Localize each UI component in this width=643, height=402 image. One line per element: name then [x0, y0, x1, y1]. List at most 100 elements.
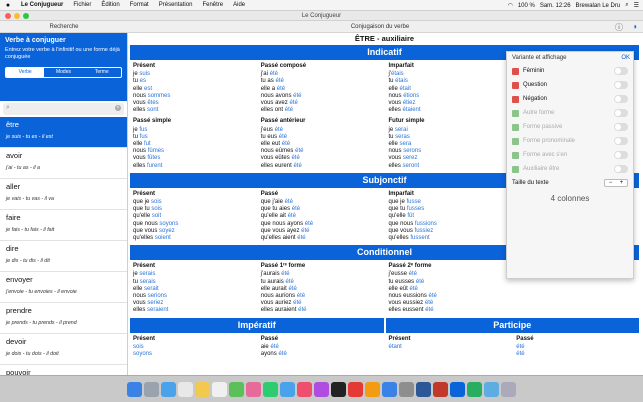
options-icon[interactable]: ◑ [632, 22, 637, 31]
option-toggle[interactable] [614, 109, 628, 117]
user-name[interactable]: Brewalan Le Dru [576, 3, 621, 9]
option-toggle[interactable] [614, 95, 628, 103]
excel-icon[interactable] [467, 381, 482, 397]
menu-fenetre[interactable]: Fenêtre [197, 2, 228, 8]
option-toggle[interactable] [614, 165, 628, 173]
verb-forms: j'envoie - tu envoies - il envoie [6, 289, 77, 295]
option-toggle[interactable] [614, 137, 628, 145]
menu-aide[interactable]: Aide [228, 2, 250, 8]
option-row: Auxiliaire être [507, 162, 633, 176]
conjugation-line: nous serions [133, 293, 253, 300]
verb-list-item[interactable]: devoir je dois - tu dois - il doit [0, 334, 127, 365]
imperatif-row: Présent sois soyons Passé aie été ayons été [129, 334, 385, 361]
option-toggle[interactable] [614, 151, 628, 159]
verb-list-item[interactable]: faire je fais - tu fais - il fait [0, 210, 127, 241]
verb-form: soit [151, 213, 162, 220]
verb-list-item[interactable]: envoyer j'envoie - tu envoies - il envoie [0, 272, 127, 303]
zoom-icon[interactable] [23, 13, 29, 19]
notes-icon[interactable] [195, 381, 210, 397]
clock[interactable]: Sam. 12:26 [540, 3, 571, 9]
verb-list-item[interactable]: avoir j'ai - tu as - il a [0, 148, 127, 179]
option-label: Question [523, 82, 548, 88]
subject: vous [133, 155, 148, 162]
safari-icon[interactable] [161, 381, 176, 397]
pdf-icon[interactable] [433, 381, 448, 397]
verb-form: fusses [406, 206, 425, 213]
columns-label[interactable]: 4 colonnes [507, 194, 633, 203]
tv-icon[interactable] [331, 381, 346, 397]
calendar-icon[interactable] [178, 381, 193, 397]
verb-form: été [295, 148, 304, 155]
segment-verbe[interactable]: Verbe [6, 68, 45, 77]
verb-list-item[interactable]: être je suis - tu es - il est [0, 117, 127, 148]
messages-icon[interactable] [263, 381, 278, 397]
subject: nous [388, 148, 404, 155]
subject: elles [133, 162, 148, 169]
battery-text[interactable]: 100 % [518, 3, 535, 9]
option-toggle[interactable] [614, 81, 628, 89]
menu-list-icon[interactable]: ☰ [634, 2, 639, 9]
trash-icon[interactable] [501, 381, 516, 397]
reminders-icon[interactable] [212, 381, 227, 397]
subject: qu'elles [388, 235, 411, 242]
conjugation-line: je serais [133, 271, 253, 278]
title-bar: Le Conjugueur [0, 11, 643, 21]
conjugueur-icon[interactable] [450, 381, 465, 397]
conjugation-line: je serai [389, 127, 509, 134]
word-icon[interactable] [416, 381, 431, 397]
conjugation-line: tu seras [389, 134, 509, 141]
verb-list-item[interactable]: dire je dis - tu dis - il dit [0, 241, 127, 272]
subject: elles [388, 107, 403, 114]
conjugation-line: vous étiez [389, 100, 509, 107]
option-toggle[interactable] [614, 67, 628, 75]
podcasts-icon[interactable] [314, 381, 329, 397]
search-input[interactable]: ⌕ × [3, 103, 124, 115]
conjugation-line: que nous fussions [389, 221, 509, 228]
verb-form: fûmes [147, 148, 165, 155]
verb-form: été [516, 351, 525, 358]
verb-name: pouvoir [6, 368, 31, 375]
menu-edition[interactable]: Édition [96, 2, 124, 8]
verb-list-item[interactable]: pouvoirje peux - tu peux - il peut [0, 365, 127, 375]
preferences-icon[interactable] [399, 381, 414, 397]
wifi-icon[interactable]: ◠ [508, 2, 513, 9]
app-store-icon[interactable] [382, 381, 397, 397]
search-icon[interactable]: ⌕ [625, 2, 628, 9]
clear-icon[interactable]: × [115, 105, 121, 111]
verb-form: sois [151, 206, 163, 213]
verb-form: étais [390, 71, 404, 78]
music-icon[interactable] [297, 381, 312, 397]
tense-block: Passé que j'aie été que tu aies été qu'elle… [257, 189, 385, 244]
close-icon[interactable] [5, 13, 11, 19]
verb-forms: je prends - tu prends - il prend [6, 320, 77, 326]
band-label: Impératif [237, 319, 276, 330]
news-icon[interactable] [348, 381, 363, 397]
books-icon[interactable] [365, 381, 380, 397]
segment-terme[interactable]: Terme [83, 68, 121, 77]
decrease-button[interactable]: − [609, 180, 613, 186]
band-label: Conditionnel [357, 247, 412, 258]
verb-list-item[interactable]: prendre je prends - tu prends - il prend [0, 303, 127, 334]
minimize-icon[interactable] [14, 13, 20, 19]
verb-list-item[interactable]: aller je vais - tu vas - il va [0, 179, 127, 210]
participe-section: Participe Présent étant Passé été été [384, 316, 640, 361]
launchpad-icon[interactable] [144, 381, 159, 397]
menu-fichier[interactable]: Fichier [68, 2, 96, 8]
menu-format[interactable]: Format [125, 2, 154, 8]
facetime-icon[interactable] [280, 381, 295, 397]
maps-icon[interactable] [229, 381, 244, 397]
menu-presentation[interactable]: Présentation [154, 2, 198, 8]
apple-icon[interactable]: ● [0, 2, 16, 9]
verb-form: été [289, 100, 298, 107]
conjugation-line: elle fut [133, 141, 253, 148]
info-icon[interactable]: ⓘ [615, 22, 623, 33]
ok-button[interactable]: OK [621, 55, 630, 61]
finder-icon[interactable] [127, 381, 142, 397]
photos-icon[interactable] [246, 381, 261, 397]
increase-button[interactable]: + [620, 180, 624, 186]
downloads-icon[interactable] [484, 381, 499, 397]
segment-modes[interactable]: Modes [44, 68, 82, 77]
option-toggle[interactable] [614, 123, 628, 131]
subject: elles [133, 107, 148, 114]
menu-app[interactable]: Le Conjugueur [16, 2, 68, 8]
